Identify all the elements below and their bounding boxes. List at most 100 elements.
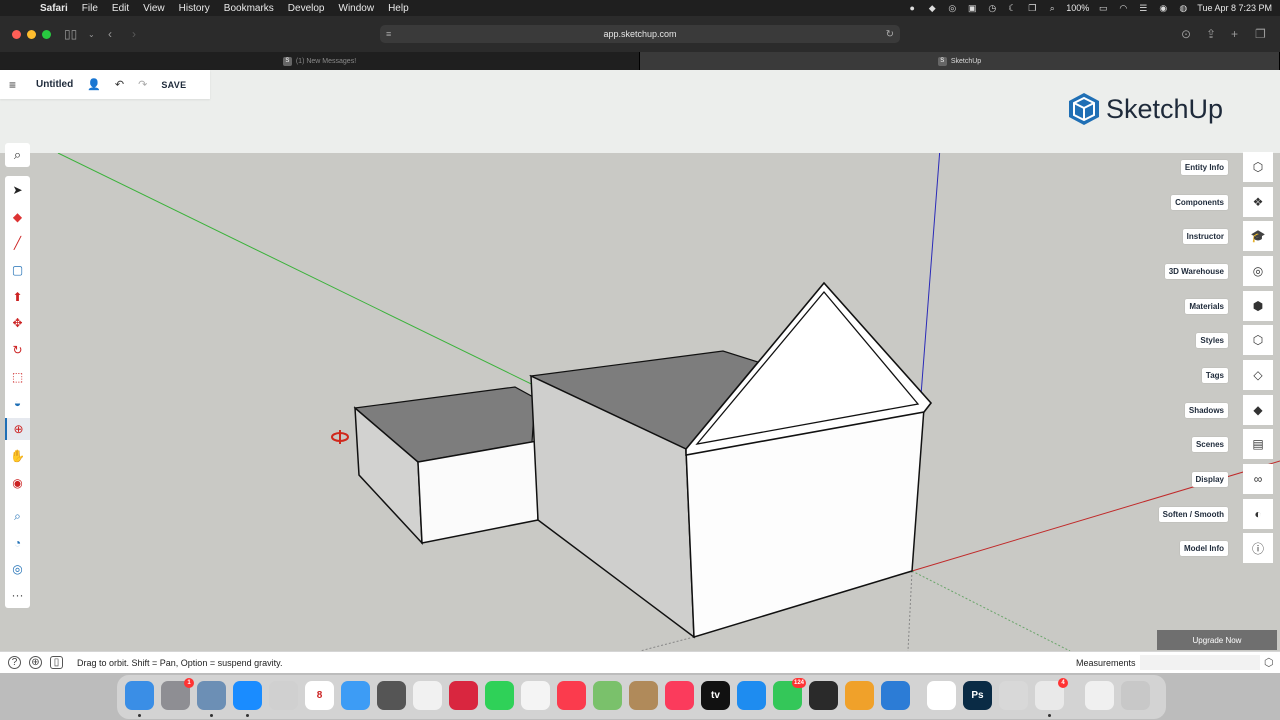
- panel-label-tags[interactable]: Tags: [1201, 368, 1228, 383]
- dock-app-photoshop-icon[interactable]: Ps: [963, 681, 992, 710]
- menu-help[interactable]: Help: [388, 3, 409, 14]
- address-bar[interactable]: ≡ app.sketchup.com ↻: [380, 25, 900, 43]
- shadows-icon[interactable]: ◆: [1243, 395, 1273, 425]
- soften-smooth-icon[interactable]: ◐: [1243, 499, 1273, 529]
- sidebar-toggle-icon[interactable]: ▯▯: [64, 26, 77, 42]
- tab-sketchup[interactable]: S SketchUp: [640, 52, 1280, 70]
- screen-icon[interactable]: ▣: [966, 3, 978, 14]
- position-camera-tool-icon[interactable]: ◉: [5, 472, 30, 494]
- dock-app-documents-icon[interactable]: [1085, 681, 1114, 710]
- dock-app-launchpad-icon[interactable]: [269, 681, 298, 710]
- panel-label-model-info[interactable]: Model Info: [1180, 541, 1228, 556]
- user-switch-icon[interactable]: ◉: [1157, 3, 1169, 14]
- panel-label-soften-smooth[interactable]: Soften / Smooth: [1158, 507, 1228, 522]
- mirroring-icon[interactable]: ❐: [1026, 3, 1038, 14]
- model-info-icon[interactable]: ⓘ: [1243, 533, 1273, 563]
- eraser-tool-icon[interactable]: ◆: [5, 206, 30, 228]
- mouse-icon[interactable]: ▯: [50, 656, 63, 669]
- file-title[interactable]: Untitled: [36, 79, 73, 90]
- dock-app-mail-icon[interactable]: [341, 681, 370, 710]
- back-icon[interactable]: ‹: [108, 26, 112, 42]
- add-collaborator-icon[interactable]: 👤: [87, 78, 101, 91]
- menu-bookmarks[interactable]: Bookmarks: [224, 3, 274, 14]
- dock-app-vpn-icon[interactable]: [845, 681, 874, 710]
- page-settings-icon[interactable]: ≡: [386, 29, 391, 39]
- menu-history[interactable]: History: [179, 3, 210, 14]
- rotate-tool-icon[interactable]: ↻: [5, 339, 30, 361]
- dock-app-contacts-icon[interactable]: [629, 681, 658, 710]
- globe-icon[interactable]: ⊕: [29, 656, 42, 669]
- model-canvas[interactable]: [0, 153, 1280, 651]
- dock-app-calendar-icon[interactable]: 8: [305, 681, 334, 710]
- wifi-icon[interactable]: ◠: [1117, 3, 1129, 14]
- dock-app-trash-icon[interactable]: [1121, 681, 1150, 710]
- menu-app-name[interactable]: Safari: [40, 3, 68, 14]
- reload-icon[interactable]: ↻: [886, 29, 894, 40]
- warehouse-icon[interactable]: ◎: [1243, 256, 1273, 286]
- dock-app-messages-icon[interactable]: 124: [773, 678, 806, 710]
- chevron-down-icon[interactable]: ⌄: [88, 26, 95, 42]
- panel-label-materials[interactable]: Materials: [1185, 299, 1228, 314]
- dock-app-system-settings-icon[interactable]: 1: [161, 678, 194, 710]
- save-button[interactable]: SAVE: [161, 80, 186, 90]
- panel-label-instructor[interactable]: Instructor: [1182, 229, 1228, 244]
- instructor-icon[interactable]: 🎓: [1243, 221, 1273, 251]
- display-icon[interactable]: ∞: [1243, 464, 1273, 494]
- rectangle-tool-icon[interactable]: ▢: [5, 259, 30, 281]
- dock-app-music-icon[interactable]: [665, 681, 694, 710]
- entity-info-icon[interactable]: ⬡: [1243, 152, 1273, 182]
- dock-app-numbers-icon[interactable]: [927, 681, 956, 710]
- walk-tool-icon[interactable]: ◔: [5, 532, 30, 554]
- undo-icon[interactable]: ↶: [115, 78, 124, 91]
- line-tool-icon[interactable]: ╱: [5, 232, 30, 254]
- record-icon[interactable]: ●: [906, 3, 918, 14]
- dock-app-davinci-resolve-icon[interactable]: [809, 681, 838, 710]
- dropbox-icon[interactable]: ◆: [926, 3, 938, 14]
- new-tab-icon[interactable]: +: [1231, 26, 1238, 42]
- panel-label-scenes[interactable]: Scenes: [1191, 437, 1228, 452]
- menu-edit[interactable]: Edit: [112, 3, 129, 14]
- forward-icon[interactable]: ›: [132, 26, 136, 42]
- menu-view[interactable]: View: [143, 3, 165, 14]
- push-pull-tool-icon[interactable]: ⬆: [5, 286, 30, 308]
- vpn-icon[interactable]: ◎: [946, 3, 958, 14]
- menu-file[interactable]: File: [82, 3, 98, 14]
- dock-app-activity-icon[interactable]: [881, 681, 910, 710]
- clock[interactable]: Tue Apr 8 7:23 PM: [1197, 3, 1272, 13]
- close-window-button[interactable]: [12, 30, 21, 39]
- download-icon[interactable]: ⊙: [1181, 26, 1191, 42]
- orbit-tool-icon[interactable]: ⊕: [5, 418, 30, 440]
- search-tool-button[interactable]: ⌕: [5, 143, 30, 167]
- share-icon[interactable]: ⇪: [1206, 26, 1216, 42]
- fullscreen-window-button[interactable]: [42, 30, 51, 39]
- select-tool-icon[interactable]: ➤: [5, 179, 30, 201]
- dock-app-photos-icon[interactable]: [521, 681, 550, 710]
- panel-label-styles[interactable]: Styles: [1196, 333, 1228, 348]
- move-tool-icon[interactable]: ✥: [5, 312, 30, 334]
- dock-app-maps-icon[interactable]: [593, 681, 622, 710]
- dock-app-facetime-icon[interactable]: [485, 681, 514, 710]
- panel-label-shadows[interactable]: Shadows: [1184, 403, 1228, 418]
- dock-app-news-icon[interactable]: [557, 681, 586, 710]
- upgrade-now-button[interactable]: Upgrade Now: [1157, 630, 1277, 650]
- look-around-tool-icon[interactable]: ◎: [5, 558, 30, 580]
- time-machine-icon[interactable]: ◷: [986, 3, 998, 14]
- pan-tool-icon[interactable]: ✋: [5, 445, 30, 467]
- scenes-icon[interactable]: ▤: [1243, 429, 1273, 459]
- dock-app-calculator-icon[interactable]: [377, 681, 406, 710]
- dock-app-shortcuts-icon[interactable]: 4: [1035, 678, 1068, 717]
- panel-label-3d-warehouse[interactable]: 3D Warehouse: [1164, 264, 1228, 279]
- minimize-window-button[interactable]: [27, 30, 36, 39]
- tab-messages[interactable]: S (1) New Messages!: [0, 52, 640, 70]
- tags-icon[interactable]: ◇: [1243, 360, 1273, 390]
- dock-app-quip-icon[interactable]: [449, 681, 478, 710]
- model-viewport[interactable]: [0, 153, 1280, 651]
- dock-app-preview-icon[interactable]: [197, 681, 226, 717]
- measurements-input[interactable]: [1140, 655, 1260, 670]
- dock-app-finder-icon[interactable]: [125, 681, 154, 717]
- panel-label-components[interactable]: Components: [1171, 195, 1228, 210]
- tab-overview-icon[interactable]: ❐: [1255, 26, 1266, 42]
- focus-icon[interactable]: ☾: [1006, 3, 1018, 14]
- help-icon[interactable]: ?: [8, 656, 21, 669]
- battery-icon[interactable]: ▭: [1097, 3, 1109, 14]
